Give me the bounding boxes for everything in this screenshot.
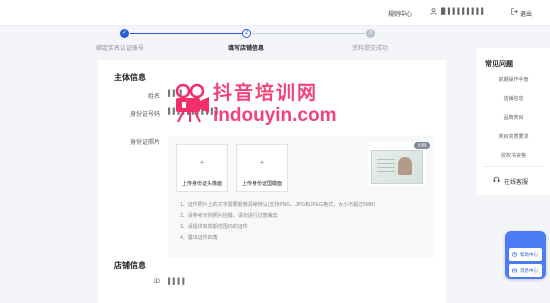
faq-item[interactable]: 店铺信息 xyxy=(477,95,550,102)
step-1-indicator: ✓ xyxy=(120,29,129,38)
tip-item: 3、请提供有效期范围内的证件 xyxy=(180,224,248,230)
upload-id-back-caption: 上传身份证国徽面 xyxy=(241,181,282,187)
watermark-en: indouyin.com xyxy=(213,105,337,126)
step-1-label: 绑定实名认证账号 xyxy=(96,46,145,52)
rule-center-link[interactable]: 规则中心 xyxy=(388,9,412,18)
headset-icon xyxy=(493,176,500,182)
faq-item[interactable]: 类目资质要求 xyxy=(477,133,550,140)
id-card-sample: 示例 xyxy=(368,142,430,186)
help-center-button[interactable]: 帮助中心 xyxy=(509,248,542,261)
help-widget: 帮助中心 消息中心 xyxy=(505,231,546,279)
customer-service-link[interactable]: 在线客服 xyxy=(504,177,528,186)
logout-icon xyxy=(511,8,518,15)
help-icon xyxy=(512,252,517,257)
store-id-label: ID xyxy=(154,279,160,285)
watermark: 抖音培训网 indouyin.com xyxy=(173,78,338,160)
step-connector xyxy=(252,33,365,34)
upload-id-front-caption: 上传身份证头像面 xyxy=(181,181,222,187)
subject-info-title: 主体信息 xyxy=(114,73,146,82)
message-center-button[interactable]: 消息中心 xyxy=(509,264,542,277)
step-2-indicator: 2 xyxy=(242,29,251,38)
faq-item[interactable]: 前期操作手册 xyxy=(477,76,550,83)
top-bar: 规则中心 █ ▌▌▌▌▌▌▌▌ 退出 xyxy=(0,0,550,26)
faq-panel: 常见问题 前期操作手册 店铺信息 品牌类目 类目资质要求 授权书资格 在线客服 xyxy=(477,48,550,195)
faq-divider xyxy=(483,166,544,167)
watermark-cn: 抖音培训网 xyxy=(213,83,319,104)
tip-item: 1、证件照片上的文字需要能够清晰辨认(支持PNG、JPG和JPEG格式，大小不超… xyxy=(180,202,376,208)
user-name[interactable]: █ ▌▌▌▌▌▌▌▌ xyxy=(441,9,486,15)
logout-link[interactable]: 退出 xyxy=(520,9,532,18)
store-id-value: ▌▌▌▌ xyxy=(168,279,188,285)
message-icon xyxy=(512,268,517,273)
faq-item[interactable]: 授权书资格 xyxy=(477,152,550,159)
camera-logo-icon xyxy=(175,83,209,123)
faq-item[interactable]: 品牌类目 xyxy=(477,114,550,121)
sample-badge: 示例 xyxy=(414,142,430,149)
tip-item: 4、露出证件四角 xyxy=(180,235,218,241)
id-photo-label: 身份证照片 xyxy=(129,140,160,146)
store-info-title: 店铺信息 xyxy=(114,261,146,270)
faq-title: 常见问题 xyxy=(485,61,513,68)
id-card-sample-image xyxy=(371,150,423,184)
tip-item: 2、请参考示例照片拍摄，请勿进行过度裁剪 xyxy=(180,213,278,219)
id-number-label: 身份证号码 xyxy=(129,112,160,118)
step-2-label: 填写店铺信息 xyxy=(228,46,265,52)
message-center-label: 消息中心 xyxy=(520,268,538,273)
upload-tips: 1、证件照片上的文字需要能够清晰辨认(支持PNG、JPG和JPEG格式，大小不超… xyxy=(180,200,430,244)
user-icon xyxy=(430,8,437,15)
name-label: 姓名 xyxy=(147,94,160,100)
step-3-label: 资料提交成功 xyxy=(352,46,389,52)
progress-steps: ✓ 绑定实名认证账号 2 填写店铺信息 3 资料提交成功 xyxy=(96,29,446,55)
help-center-label: 帮助中心 xyxy=(520,252,538,257)
step-connector xyxy=(130,33,243,34)
step-3-indicator: 3 xyxy=(366,29,375,38)
